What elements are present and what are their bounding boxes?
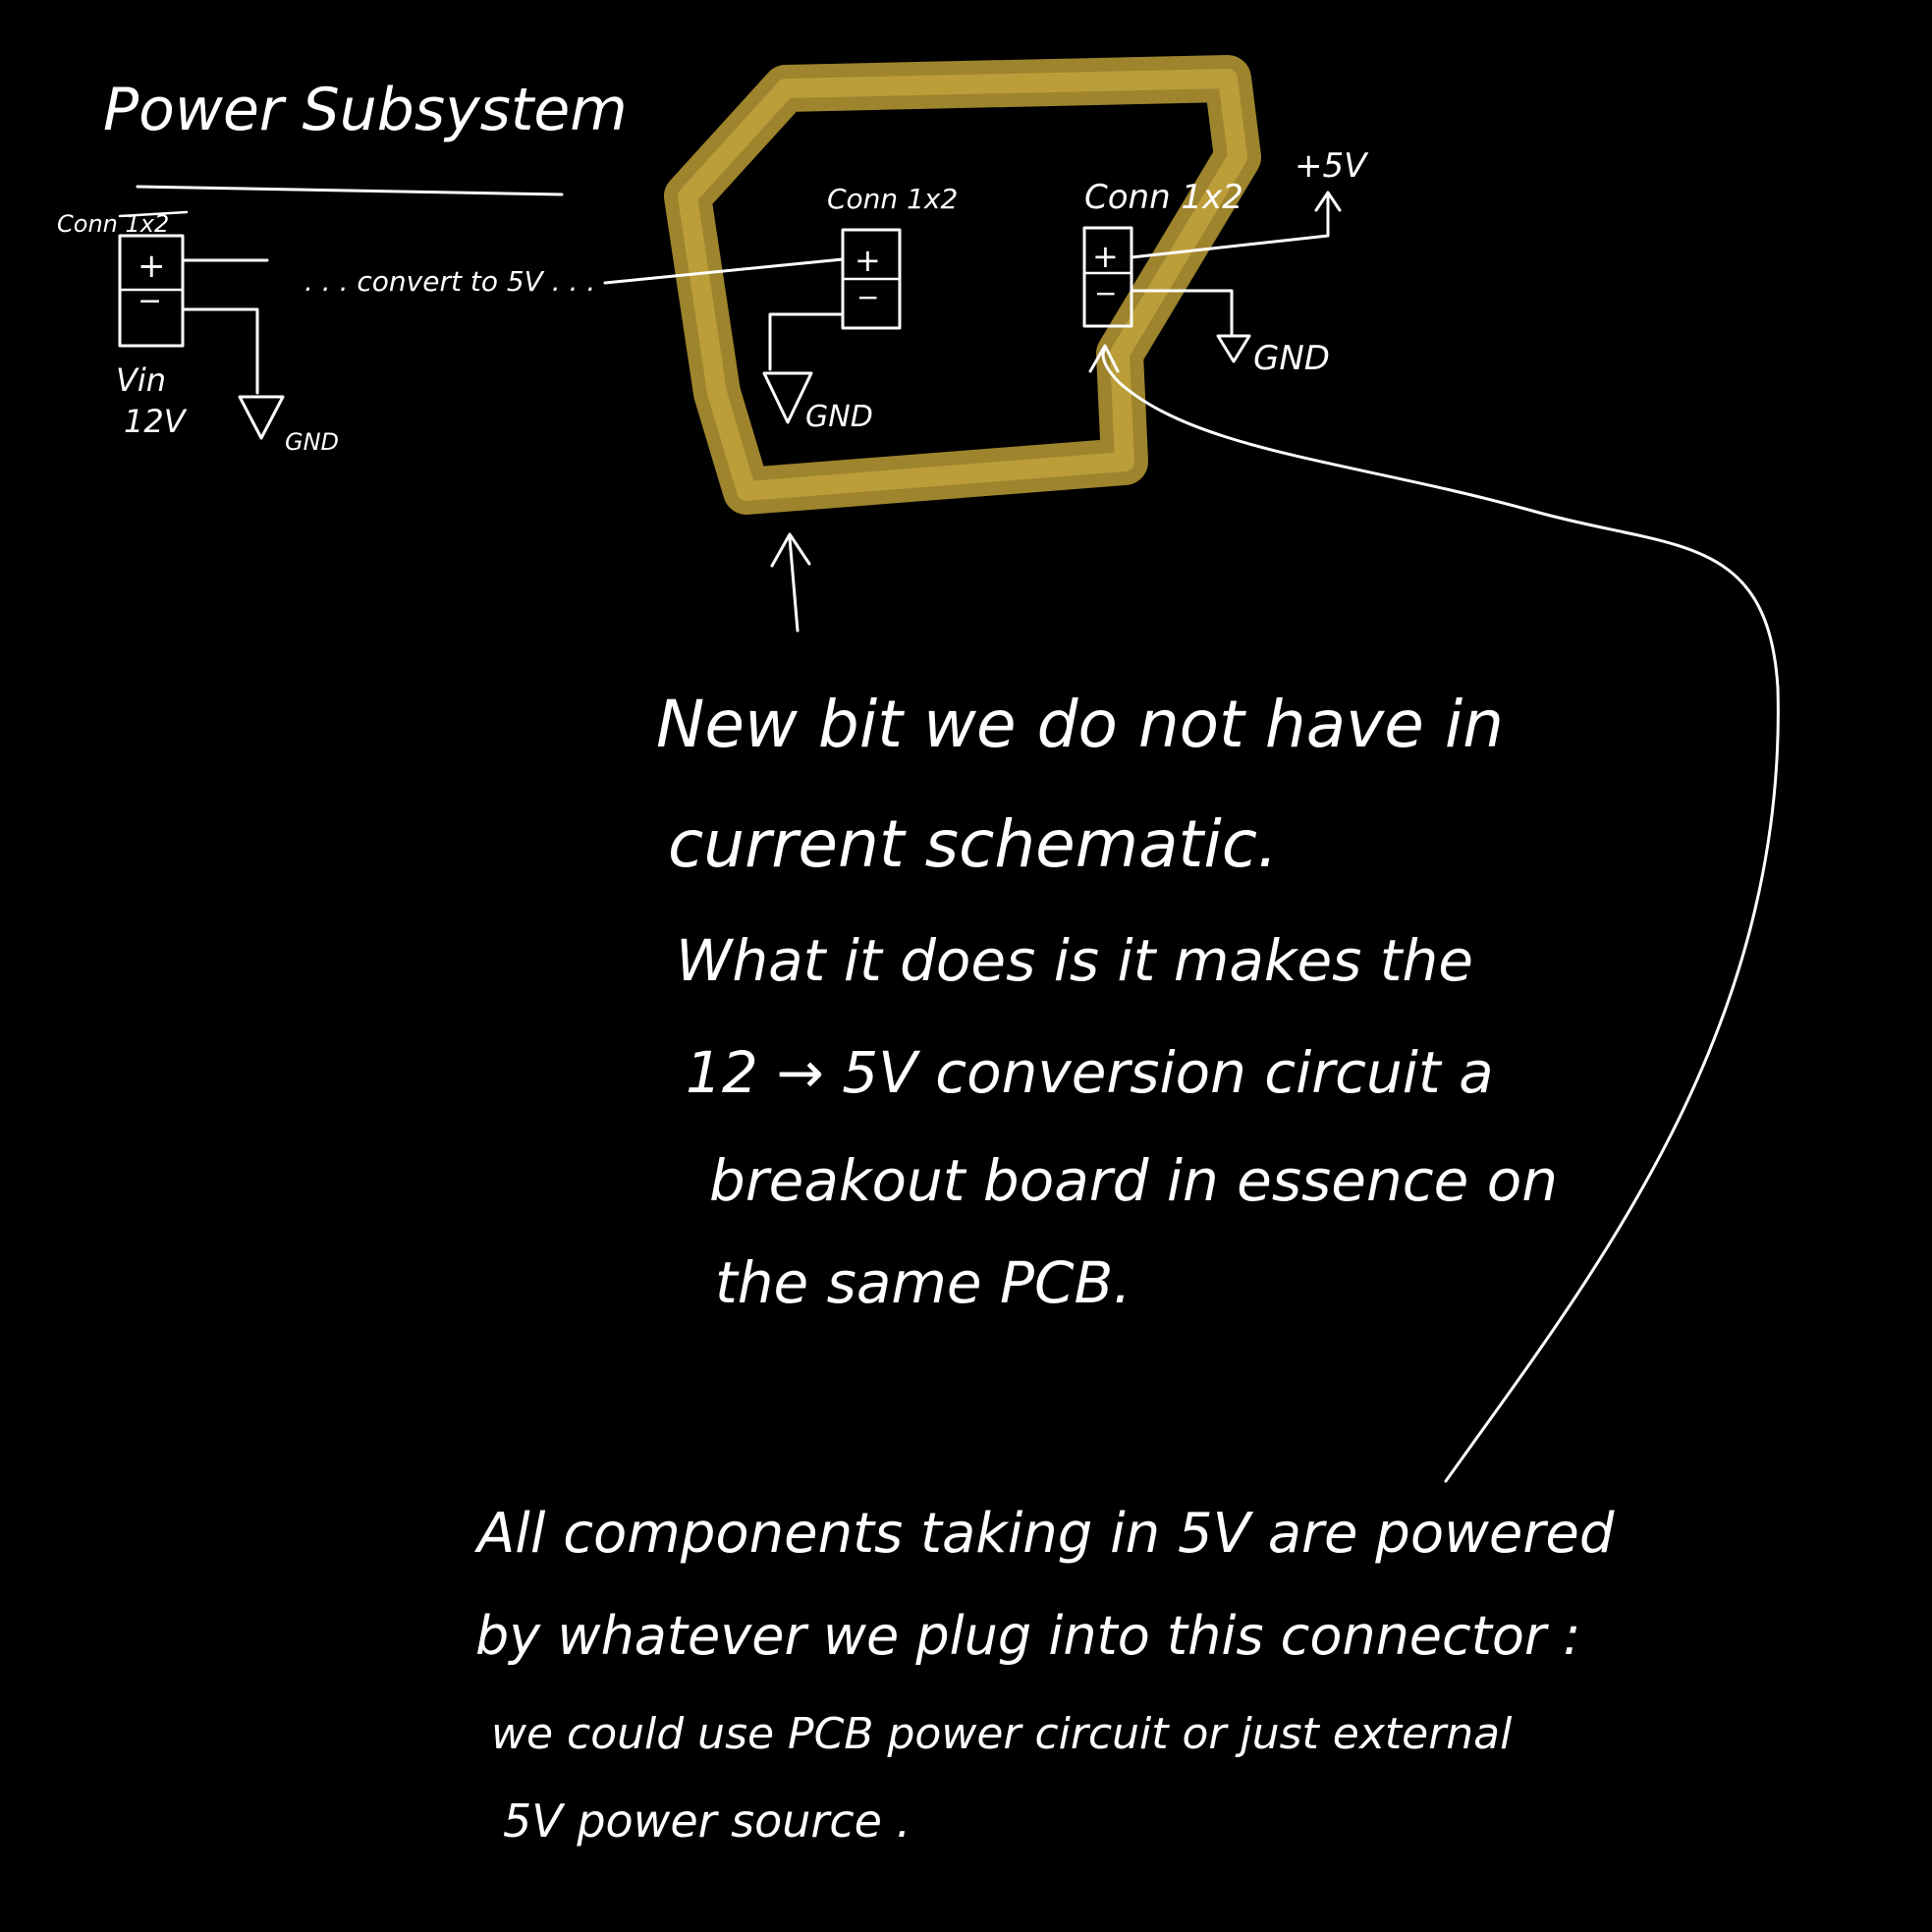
new-bit-line-4: 12 → 5V conversion circuit a [686, 1039, 1494, 1106]
whiteboard-canvas: Power Subsystem Conn 1x2 + − GND Vin 12V… [0, 0, 1932, 1932]
left-gnd-label: GND [285, 428, 339, 456]
right-connector-minus: − [1094, 277, 1117, 309]
convert-note: . . . convert to 5V . . . [304, 265, 595, 298]
middle-connector-plus: + [855, 242, 881, 279]
page-title: Power Subsystem [103, 76, 628, 144]
new-bit-line-2: current schematic. [668, 806, 1278, 882]
right-gnd-label: GND [1253, 339, 1330, 378]
middle-connector-minus: − [856, 281, 879, 313]
vin-voltage-label: 12V [124, 403, 188, 440]
vin-label: Vin [116, 361, 166, 399]
left-connector-minus: − [138, 284, 162, 318]
plus5v-label: +5V [1295, 146, 1369, 186]
new-bit-line-3: What it does is it makes the [676, 927, 1473, 994]
right-connector-plus: + [1092, 238, 1119, 275]
left-connector-plus: + [138, 247, 166, 286]
connector-note-line-1: All components taking in 5V are powered [474, 1502, 1615, 1566]
middle-connector-label: Conn 1x2 [827, 183, 958, 215]
connector-note-line-2: by whatever we plug into this connector … [475, 1605, 1580, 1667]
middle-gnd-label: GND [805, 400, 873, 434]
new-bit-line-5: breakout board in essence on [709, 1147, 1558, 1214]
connector-note-line-3: we could use PCB power circuit or just e… [491, 1709, 1513, 1759]
right-connector-label: Conn 1x2 [1084, 178, 1243, 217]
new-bit-line-6: the same PCB. [715, 1249, 1132, 1316]
connector-note-line-4: 5V power source . [503, 1794, 911, 1848]
new-bit-line-1: New bit we do not have in [656, 687, 1504, 762]
